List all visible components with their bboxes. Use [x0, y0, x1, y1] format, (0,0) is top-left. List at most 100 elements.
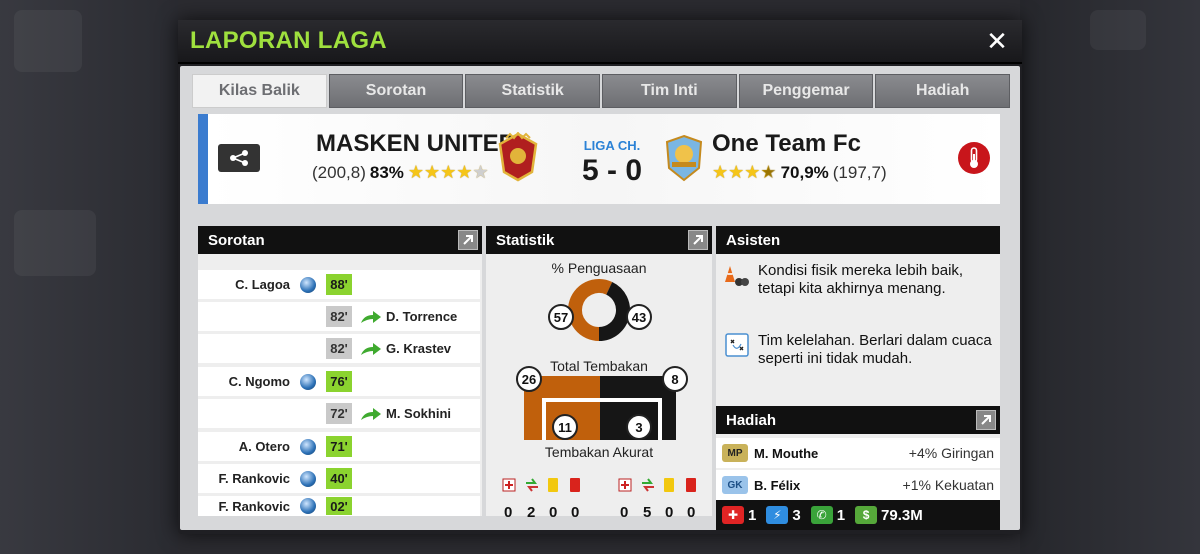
share-icon	[230, 150, 248, 166]
home-percent: 83%	[369, 162, 404, 182]
away-team-stats: ★ ★ ★ ★ 70,9% (197,7)	[712, 162, 887, 183]
chat-count: 1	[836, 506, 846, 524]
highlights-header: Sorotan	[198, 226, 482, 254]
assistant-title: Asisten	[726, 231, 781, 249]
reward-player: M. Mouthe	[754, 445, 819, 461]
statistics-title: Statistik	[496, 231, 555, 249]
highlights-title: Sorotan	[208, 231, 265, 249]
tab-bar: Kilas Balik Sorotan Statistik Tim Inti P…	[192, 74, 1011, 108]
away-team-name: One Team Fc	[712, 130, 861, 157]
accurate-shots-label: Tembakan Akurat	[544, 444, 654, 460]
reward-value: +1% Kekuatan	[902, 477, 994, 493]
highlight-row: 82' D. Torrence	[198, 302, 480, 331]
highlight-minute: 72'	[326, 403, 352, 424]
substitution-arrow-icon	[361, 407, 381, 420]
reward-row: GK B. Félix +1% Kekuatan	[716, 470, 1000, 500]
accurate-away-value: 3	[626, 414, 652, 440]
highlight-row: 72' M. Sokhini	[198, 399, 480, 428]
home-team-stats: (200,8) 83% ★ ★ ★ ★ ★	[312, 162, 489, 183]
possession-donut-chart	[568, 279, 630, 341]
modal-content: Kilas Balik Sorotan Statistik Tim Inti P…	[180, 66, 1020, 530]
injury-icon	[618, 478, 632, 492]
expand-arrow-icon	[981, 415, 991, 425]
away-percent: 70,9%	[780, 162, 829, 182]
highlight-minute: 82'	[326, 306, 352, 327]
star-icon: ★	[728, 162, 745, 182]
tab-tim-inti[interactable]: Tim Inti	[602, 74, 737, 108]
modal-header: LAPORAN LAGA ✕	[178, 20, 1022, 64]
assistant-header: Asisten	[716, 226, 1000, 254]
star-empty-icon: ★	[472, 162, 489, 182]
energy-count: 3	[792, 506, 801, 524]
highlight-minute: 02'	[326, 497, 352, 515]
star-icon: ★	[744, 162, 761, 182]
close-button[interactable]: ✕	[982, 26, 1012, 56]
reward-row: MP M. Mouthe +4% Giringan	[716, 438, 1000, 468]
away-substitutions-count: 5	[643, 504, 652, 521]
energy-icon: ⚡	[766, 506, 789, 524]
money-icon: $	[855, 506, 878, 524]
substitution-arrow-icon	[361, 310, 381, 323]
cones-icon	[725, 266, 749, 286]
goal-ball-icon	[300, 470, 316, 487]
expand-statistics-button[interactable]	[688, 230, 708, 250]
medical-kit-count: 1	[748, 506, 757, 524]
tab-statistik[interactable]: Statistik	[465, 74, 601, 108]
rewards-section: Hadiah	[716, 406, 1000, 434]
rewards-header: Hadiah	[716, 406, 1000, 434]
thermometer-icon	[970, 147, 978, 168]
goal-ball-icon	[300, 498, 316, 514]
home-substitutions-count: 2	[527, 504, 536, 521]
highlight-player: C. Ngomo	[228, 374, 290, 389]
substitution-icon	[642, 478, 654, 492]
highlight-row: 82' G. Krastev	[198, 334, 480, 363]
red-card-icon	[686, 478, 696, 492]
match-score: 5 - 0	[581, 154, 643, 187]
tactics-board-icon	[725, 333, 749, 357]
statistics-panel: Statistik % Penguasaan 57 43 Total Temba…	[486, 226, 712, 521]
star-icon: ★	[440, 162, 457, 182]
star-half-icon: ★	[760, 162, 777, 182]
accurate-home-value: 11	[552, 414, 578, 440]
expand-highlights-button[interactable]	[458, 230, 478, 250]
possession-away-slice	[598, 281, 630, 341]
tab-hadiah[interactable]: Hadiah	[875, 74, 1011, 108]
star-icon: ★	[424, 162, 441, 182]
star-icon: ★	[712, 162, 729, 182]
yellow-card-icon	[548, 478, 558, 492]
highlight-minute: 76'	[326, 371, 352, 392]
tab-sorotan[interactable]: Sorotan	[328, 74, 464, 108]
highlight-player: M. Sokhini	[386, 406, 451, 421]
highlight-minute: 82'	[326, 338, 352, 359]
background-app-icon	[14, 10, 82, 72]
red-card-icon	[570, 478, 580, 492]
bonus-bar: ✚ 1 ⚡ 3 ✆ 1 $ 79.3M	[716, 500, 1000, 530]
possession-label: % Penguasaan	[551, 260, 647, 276]
background-right	[1020, 0, 1200, 554]
expand-arrow-icon	[693, 235, 703, 245]
highlight-row: F. Rankovic 02'	[198, 496, 480, 516]
tab-kilas-balik[interactable]: Kilas Balik	[192, 74, 327, 108]
assistant-message: Tim kelelahan. Berlari dalam cuaca seper…	[724, 332, 994, 368]
background-left	[0, 0, 178, 554]
home-team-name: MASKEN UNITED	[316, 130, 517, 157]
star-icon: ★	[407, 162, 425, 182]
possession-home-value: 57	[548, 304, 574, 330]
share-button[interactable]	[218, 144, 260, 172]
assistant-message: Kondisi fisik mereka lebih baik, tetapi …	[724, 262, 994, 298]
assistant-message-text: Tim kelelahan. Berlari dalam cuaca seper…	[758, 332, 992, 367]
highlight-player: F. Rankovic	[218, 498, 290, 514]
weather-temperature-button[interactable]	[958, 142, 990, 174]
expand-rewards-button[interactable]	[976, 410, 996, 430]
highlight-row: A. Otero 71'	[198, 432, 480, 461]
away-stars: ★ ★ ★ ★	[712, 162, 777, 183]
home-club-crest	[496, 131, 540, 182]
substitution-icon	[526, 478, 538, 492]
highlight-player: D. Torrence	[386, 309, 458, 324]
background-nav-item	[14, 210, 96, 276]
position-badge: GK	[722, 476, 748, 494]
highlight-minute: 40'	[326, 468, 352, 489]
highlight-player: G. Krastev	[386, 341, 452, 356]
home-yellow-cards-count: 0	[549, 504, 558, 521]
tab-penggemar[interactable]: Penggemar	[738, 74, 874, 108]
